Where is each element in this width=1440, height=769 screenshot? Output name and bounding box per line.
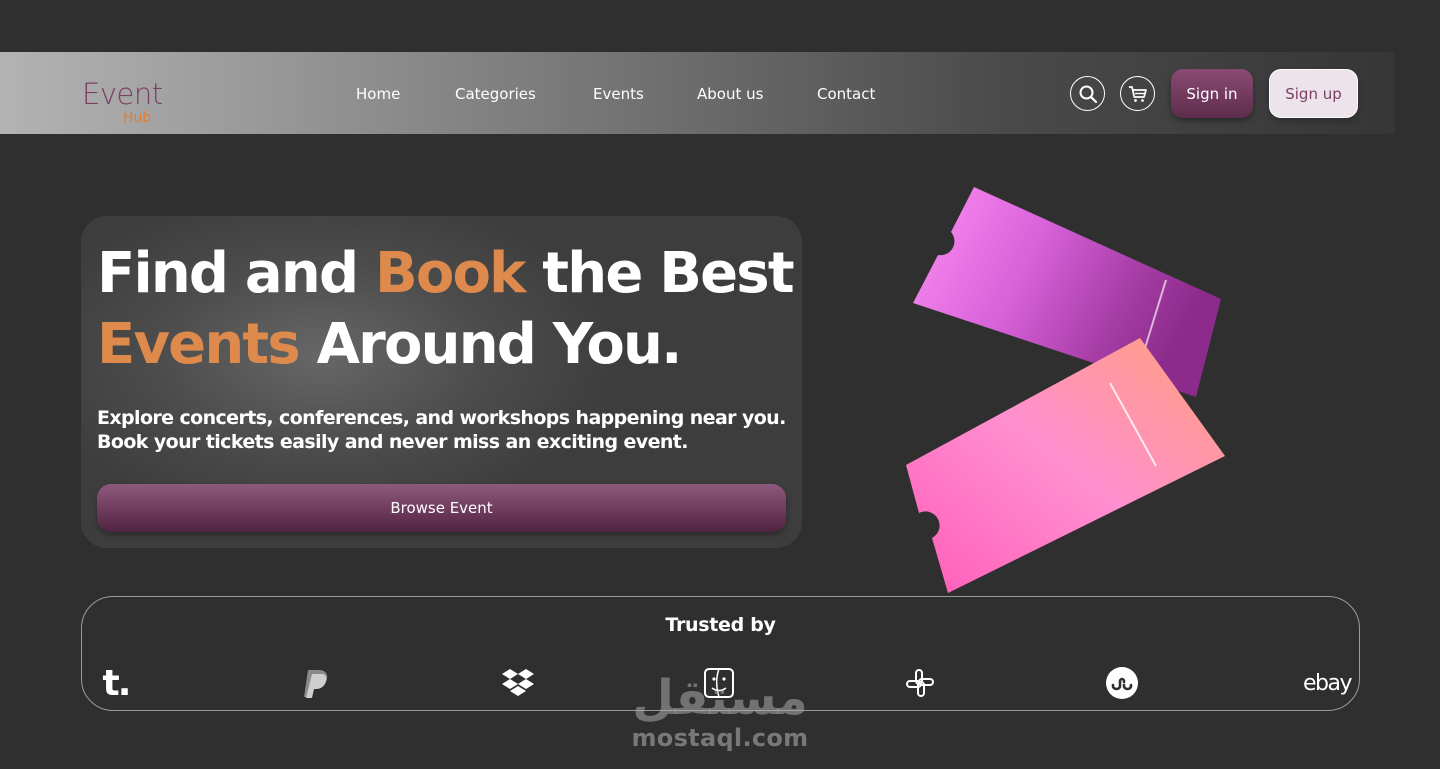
search-button[interactable] bbox=[1070, 76, 1105, 111]
hero-subtitle: Explore concerts, conferences, and works… bbox=[97, 406, 797, 454]
watermark-latin: mostaql.com bbox=[631, 724, 809, 752]
browse-event-button[interactable]: Browse Event bbox=[97, 484, 786, 532]
sign-up-label: Sign up bbox=[1285, 84, 1342, 103]
hero-title-part2: the Best bbox=[524, 241, 794, 306]
search-icon bbox=[1079, 85, 1097, 103]
hero-subtitle-line1: Explore concerts, conferences, and works… bbox=[97, 407, 786, 429]
hero-title-accent-events: Events bbox=[97, 312, 301, 377]
ebay-logo: ebay bbox=[1303, 665, 1353, 701]
tumblr-logo: t. bbox=[96, 662, 136, 704]
navbar: Event Hub Home Categories Events About u… bbox=[0, 52, 1395, 134]
watermark-arabic: مستقل bbox=[632, 670, 808, 726]
tumblr-logo-text: t. bbox=[102, 662, 132, 704]
sign-in-label: Sign in bbox=[1186, 84, 1238, 103]
ebay-logo-text: ebay bbox=[1303, 670, 1353, 696]
nav-link-contact[interactable]: Contact bbox=[817, 85, 875, 103]
hero-title-accent-book: Book bbox=[374, 241, 526, 306]
hero-title-part1: Find and bbox=[97, 241, 375, 306]
nav-link-categories[interactable]: Categories bbox=[455, 85, 536, 103]
brand-sub: Hub bbox=[123, 110, 152, 126]
stumbleupon-icon bbox=[1106, 667, 1138, 699]
slack-logo bbox=[900, 665, 940, 701]
stumbleupon-logo bbox=[1102, 665, 1142, 701]
nav-link-about[interactable]: About us bbox=[697, 85, 763, 103]
nav-link-events[interactable]: Events bbox=[593, 85, 644, 103]
trusted-by-title: Trusted by bbox=[665, 614, 776, 636]
cart-button[interactable] bbox=[1120, 76, 1155, 111]
browse-event-label: Browse Event bbox=[390, 499, 493, 517]
brand-name: Event bbox=[82, 77, 163, 111]
tickets-illustration bbox=[906, 187, 1225, 593]
hero-card: Find and Book the Best Events Around You… bbox=[81, 216, 802, 548]
nav-link-home[interactable]: Home bbox=[356, 85, 400, 103]
paypal-icon bbox=[304, 670, 328, 698]
slack-icon bbox=[906, 669, 934, 697]
paypal-logo bbox=[294, 665, 338, 701]
hero-title: Find and Book the Best Events Around You… bbox=[97, 238, 797, 380]
ticket-back bbox=[913, 187, 1221, 397]
brand-logo[interactable]: Event Hub bbox=[82, 77, 182, 127]
sign-in-button[interactable]: Sign in bbox=[1171, 69, 1253, 118]
dropbox-icon bbox=[502, 669, 534, 696]
hero-subtitle-line2: Book your tickets easily and never miss … bbox=[97, 431, 688, 453]
hero-title-part3: Around You. bbox=[298, 312, 683, 377]
dropbox-logo bbox=[496, 665, 540, 701]
cart-icon bbox=[1128, 85, 1147, 102]
mostaql-watermark: مستقل mostaql.com bbox=[630, 668, 810, 758]
sign-up-button[interactable]: Sign up bbox=[1269, 69, 1358, 118]
